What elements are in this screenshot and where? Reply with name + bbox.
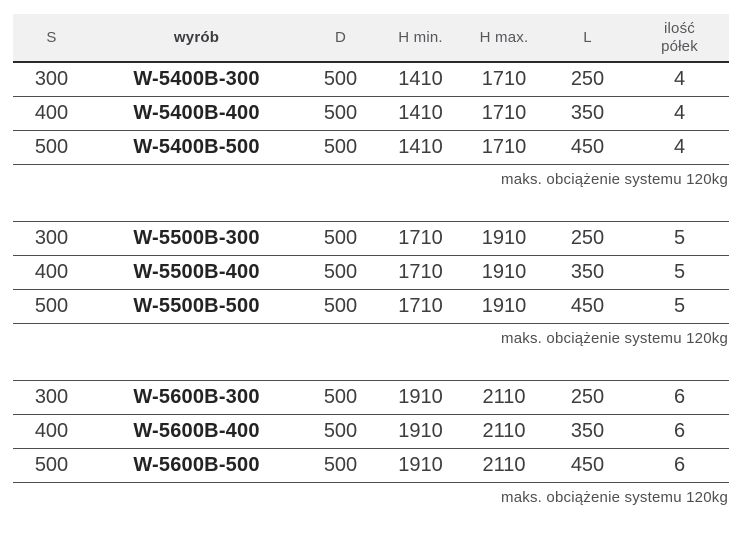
value-cell: 2110 [463, 420, 545, 443]
column-header-hmin: H min. [378, 29, 463, 46]
value-cell: 450 [545, 454, 630, 477]
product-name-cell: W-5500B-500 [90, 295, 303, 318]
value-cell: 1410 [378, 68, 463, 91]
table-body: 300W-5400B-300500141017102504400W-5400B-… [13, 63, 729, 506]
value-cell: 500 [303, 227, 378, 250]
table-group: 300W-5500B-300500171019102505400W-5500B-… [13, 221, 729, 324]
value-cell: 300 [13, 227, 90, 250]
value-cell: 500 [303, 295, 378, 318]
value-cell: 500 [13, 295, 90, 318]
value-cell: 1910 [378, 420, 463, 443]
max-load-note: maks. obciążenie systemu 120kg [13, 324, 729, 347]
value-cell: 1710 [378, 295, 463, 318]
value-cell: 1410 [378, 102, 463, 125]
value-cell: 1910 [463, 227, 545, 250]
value-cell: 6 [630, 420, 729, 443]
spec-table: S wyrób D H min. H max. L ilość półek 30… [13, 14, 729, 539]
value-cell: 4 [630, 68, 729, 91]
value-cell: 1710 [378, 227, 463, 250]
value-cell: 500 [303, 454, 378, 477]
value-cell: 5 [630, 261, 729, 284]
value-cell: 500 [303, 68, 378, 91]
value-cell: 450 [545, 136, 630, 159]
product-name-cell: W-5400B-500 [90, 136, 303, 159]
product-name-cell: W-5500B-400 [90, 261, 303, 284]
table-row: 300W-5500B-300500171019102505 [13, 222, 729, 256]
table-row: 400W-5400B-400500141017103504 [13, 97, 729, 131]
value-cell: 500 [303, 136, 378, 159]
value-cell: 1910 [463, 295, 545, 318]
table-header-row: S wyrób D H min. H max. L ilość półek [13, 14, 729, 63]
column-header-ilosc-polek-label: ilość półek [654, 20, 706, 55]
value-cell: 4 [630, 102, 729, 125]
value-cell: 6 [630, 454, 729, 477]
value-cell: 350 [545, 261, 630, 284]
value-cell: 1710 [463, 68, 545, 91]
value-cell: 1710 [463, 102, 545, 125]
value-cell: 2110 [463, 454, 545, 477]
value-cell: 300 [13, 68, 90, 91]
table-group: 300W-5400B-300500141017102504400W-5400B-… [13, 63, 729, 165]
product-name-cell: W-5500B-300 [90, 227, 303, 250]
value-cell: 1910 [463, 261, 545, 284]
table-group: 300W-5600B-300500191021102506400W-5600B-… [13, 380, 729, 483]
product-name-cell: W-5400B-400 [90, 102, 303, 125]
product-name-cell: W-5600B-400 [90, 420, 303, 443]
value-cell: 2110 [463, 386, 545, 409]
column-header-wyrob: wyrób [90, 29, 303, 46]
value-cell: 1710 [378, 261, 463, 284]
product-name-cell: W-5600B-500 [90, 454, 303, 477]
column-header-l: L [545, 29, 630, 46]
value-cell: 5 [630, 295, 729, 318]
value-cell: 5 [630, 227, 729, 250]
value-cell: 6 [630, 386, 729, 409]
value-cell: 1710 [463, 136, 545, 159]
value-cell: 350 [545, 420, 630, 443]
value-cell: 1910 [378, 386, 463, 409]
value-cell: 500 [13, 454, 90, 477]
value-cell: 4 [630, 136, 729, 159]
value-cell: 450 [545, 295, 630, 318]
value-cell: 500 [303, 386, 378, 409]
value-cell: 500 [303, 261, 378, 284]
value-cell: 250 [545, 68, 630, 91]
product-name-cell: W-5400B-300 [90, 68, 303, 91]
value-cell: 250 [545, 386, 630, 409]
value-cell: 500 [303, 420, 378, 443]
table-row: 500W-5600B-500500191021104506 [13, 449, 729, 483]
value-cell: 350 [545, 102, 630, 125]
column-header-d: D [303, 29, 378, 46]
table-row: 400W-5600B-400500191021103506 [13, 415, 729, 449]
table-row: 300W-5600B-300500191021102506 [13, 381, 729, 415]
table-row: 300W-5400B-300500141017102504 [13, 63, 729, 97]
value-cell: 300 [13, 386, 90, 409]
column-header-ilosc-polek: ilość półek [630, 20, 729, 55]
product-name-cell: W-5600B-300 [90, 386, 303, 409]
value-cell: 250 [545, 227, 630, 250]
max-load-note: maks. obciążenie systemu 120kg [13, 165, 729, 188]
table-row: 400W-5500B-400500171019103505 [13, 256, 729, 290]
value-cell: 500 [13, 136, 90, 159]
max-load-note: maks. obciążenie systemu 120kg [13, 483, 729, 506]
value-cell: 400 [13, 261, 90, 284]
value-cell: 1910 [378, 454, 463, 477]
table-row: 500W-5400B-500500141017104504 [13, 131, 729, 165]
value-cell: 500 [303, 102, 378, 125]
column-header-s: S [13, 29, 90, 46]
value-cell: 400 [13, 102, 90, 125]
table-row: 500W-5500B-500500171019104505 [13, 290, 729, 324]
column-header-hmax: H max. [463, 29, 545, 46]
value-cell: 1410 [378, 136, 463, 159]
value-cell: 400 [13, 420, 90, 443]
